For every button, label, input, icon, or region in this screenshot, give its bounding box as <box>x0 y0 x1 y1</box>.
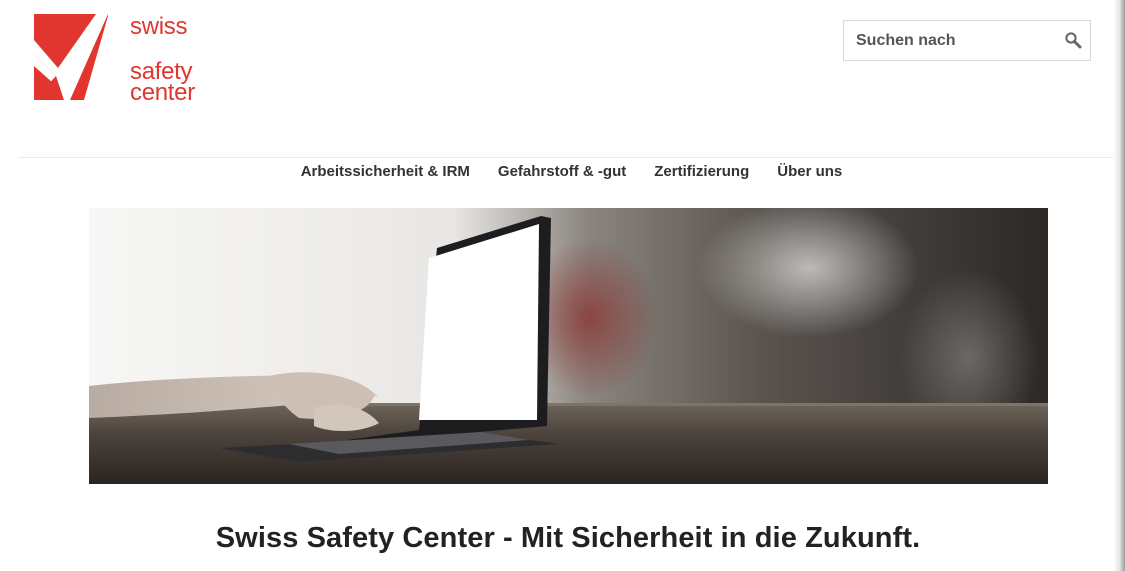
header-divider <box>18 157 1113 158</box>
search-icon[interactable] <box>1064 31 1084 51</box>
hero-image <box>89 208 1048 484</box>
logo[interactable]: swiss safety center <box>34 13 214 106</box>
logo-mark <box>34 14 108 100</box>
nav-item-gefahrstoff[interactable]: Gefahrstoff & -gut <box>498 162 626 182</box>
nav-item-arbeitssicherheit[interactable]: Arbeitssicherheit & IRM <box>301 162 470 182</box>
nav-item-zertifizierung[interactable]: Zertifizierung <box>654 162 749 182</box>
logo-text-center: center <box>130 79 195 106</box>
nav-item-ueber-uns[interactable]: Über uns <box>777 162 842 182</box>
main-nav: Arbeitssicherheit & IRM Gefahrstoff & -g… <box>0 162 1113 182</box>
logo-text-swiss: swiss <box>130 13 188 40</box>
search-input[interactable] <box>844 21 1056 60</box>
search-box <box>843 20 1091 61</box>
page-edge-shadow <box>1113 0 1125 571</box>
page-headline: Swiss Safety Center - Mit Sicherheit in … <box>215 522 921 554</box>
